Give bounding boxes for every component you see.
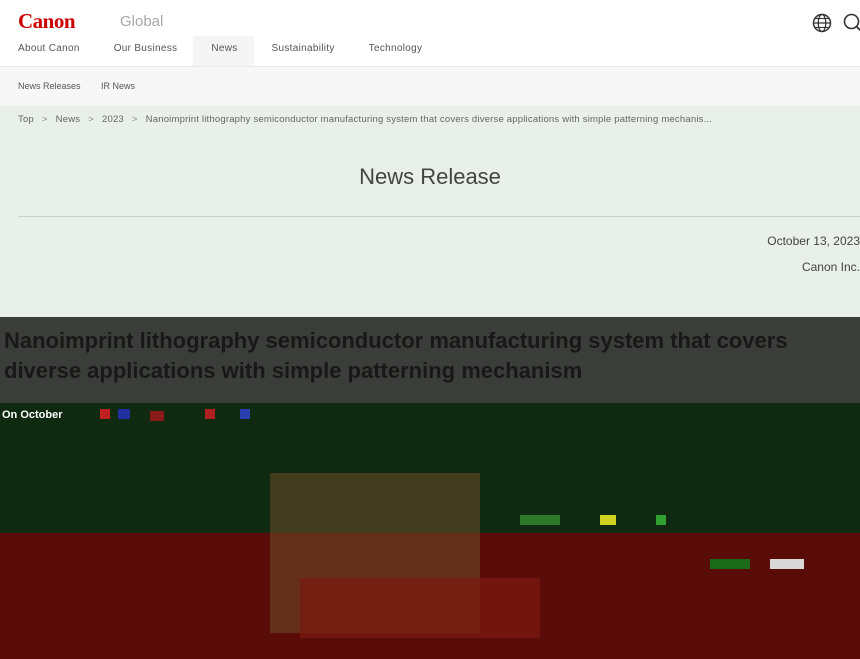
hero-artifact xyxy=(656,515,666,525)
release-organization: Canon Inc. xyxy=(801,260,860,274)
canon-logo[interactable]: Canon xyxy=(18,9,76,34)
breadcrumb-separator: > xyxy=(88,114,94,125)
hero-image: On October xyxy=(0,403,860,659)
nav-sustainability[interactable]: Sustainability xyxy=(254,36,351,66)
hero-artifact xyxy=(770,559,804,569)
subnav-ir-news[interactable]: IR News xyxy=(101,81,135,91)
release-date: October 13, 2023 xyxy=(767,234,860,248)
site-header: Canon Global About Canon Our Business Ne… xyxy=(0,0,860,66)
hero-artifact xyxy=(150,411,164,421)
breadcrumb: Top > News >2023 > Nanoimprint lithography se… xyxy=(18,114,712,125)
breadcrumb-separator: > xyxy=(41,114,48,125)
breadcrumb-current: Nanoimprint lithography semiconductor ma… xyxy=(145,114,713,125)
hero-artifact xyxy=(710,559,750,569)
main-nav: About Canon Our Business News Sustainabi… xyxy=(0,36,438,66)
nav-news[interactable]: News xyxy=(193,36,254,66)
hero-artifact xyxy=(520,515,560,525)
hero-artifact xyxy=(100,409,110,419)
nav-about-canon[interactable]: About Canon xyxy=(0,36,96,66)
divider xyxy=(18,216,860,217)
hero-artifact xyxy=(240,409,250,419)
site-region-label[interactable]: Global xyxy=(120,13,163,30)
nav-our-business[interactable]: Our Business xyxy=(96,36,194,66)
article-headline: Nanoimprint lithography semiconductor ma… xyxy=(4,328,788,383)
breadcrumb-news[interactable]: News xyxy=(56,114,81,125)
page-title: News Release xyxy=(359,164,501,189)
nav-technology[interactable]: Technology xyxy=(351,36,439,66)
subnav-news-releases[interactable]: News Releases xyxy=(18,81,81,91)
sub-nav: News Releases IR News xyxy=(0,66,860,106)
breadcrumb-top[interactable]: Top xyxy=(18,114,34,125)
hero-artifact xyxy=(205,409,215,419)
hero-artifact xyxy=(600,515,616,525)
hero-artifact xyxy=(118,409,130,419)
search-icon[interactable] xyxy=(842,12,860,34)
breadcrumb-separator: > xyxy=(131,114,138,125)
hero-caption: On October xyxy=(2,409,63,421)
globe-icon[interactable] xyxy=(811,12,833,34)
hero-glow-secondary xyxy=(300,578,540,638)
breadcrumb-2023[interactable]: 2023 xyxy=(102,114,124,125)
